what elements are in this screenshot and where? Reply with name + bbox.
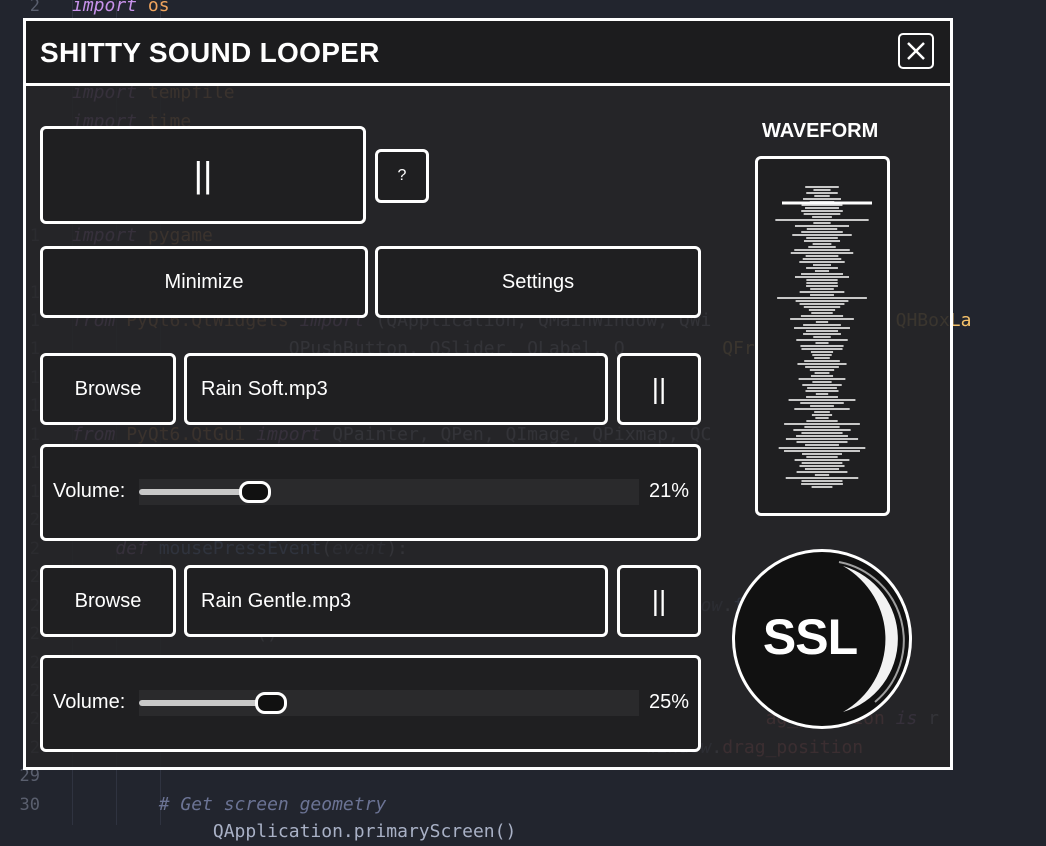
volume-label: Volume: — [53, 480, 126, 502]
ssl-logo: SSL — [732, 549, 912, 729]
track2-volume-panel: Volume: 25% — [40, 655, 701, 752]
track2-browse-button[interactable]: Browse — [40, 565, 176, 637]
code-text: import os — [72, 0, 170, 16]
track2-filename: Rain Gentle.mp3 — [201, 589, 352, 612]
track1-filename-field[interactable]: Rain Soft.mp3 — [184, 353, 608, 425]
app-title: SHITTY SOUND LOOPER — [40, 37, 380, 68]
pause-icon: || — [651, 373, 667, 404]
code-text: QApplication.primaryScreen() — [72, 821, 517, 842]
browse-label: Browse — [74, 589, 142, 612]
volume-label: Volume: — [53, 691, 126, 713]
close-icon — [907, 42, 925, 60]
track2-volume-slider[interactable] — [139, 690, 639, 716]
code-text: # Get screen geometry — [158, 794, 387, 815]
track1-volume-panel: Volume: 21% — [40, 444, 701, 541]
track1-pause-button[interactable]: || — [617, 353, 701, 425]
track1-volume-percent: 21% — [648, 480, 689, 502]
track2-filename-field[interactable]: Rain Gentle.mp3 — [184, 565, 608, 637]
line-number: 2 — [29, 0, 40, 16]
minimize-button[interactable]: Minimize — [40, 246, 368, 318]
track1-filename: Rain Soft.mp3 — [201, 377, 328, 400]
title-bar[interactable]: SHITTY SOUND LOOPER — [26, 21, 950, 86]
app-window: SHITTY SOUND LOOPER || ? Minimize Settin… — [23, 18, 953, 770]
help-button[interactable]: ? — [375, 149, 429, 203]
slider-handle[interactable] — [255, 692, 287, 714]
logo-text: SSL — [762, 609, 858, 665]
settings-label: Settings — [501, 270, 575, 293]
play-pause-button[interactable]: || — [40, 126, 366, 224]
browse-label: Browse — [74, 377, 142, 400]
settings-button[interactable]: Settings — [375, 246, 701, 318]
line-number: 30 — [19, 795, 40, 815]
pause-icon: || — [193, 154, 213, 195]
track2-pause-button[interactable]: || — [617, 565, 701, 637]
slider-fill — [139, 700, 267, 706]
close-button[interactable] — [898, 33, 934, 69]
slider-handle[interactable] — [239, 481, 271, 503]
waveform-panel — [755, 156, 890, 516]
pause-icon: || — [651, 585, 667, 616]
track1-browse-button[interactable]: Browse — [40, 353, 176, 425]
code-line: 2 import os — [0, 0, 1046, 20]
track2-volume-percent: 25% — [648, 691, 689, 713]
waveform-graphic — [775, 186, 872, 488]
minimize-label: Minimize — [164, 270, 244, 293]
track1-volume-slider[interactable] — [139, 479, 639, 505]
help-label: ? — [397, 167, 407, 184]
code-line: QApplication.primaryScreen() — [0, 818, 1046, 846]
waveform-title: WAVEFORM — [762, 120, 879, 142]
slider-fill — [139, 489, 251, 495]
code-line: 30 # Get screen geometry — [0, 791, 1046, 819]
